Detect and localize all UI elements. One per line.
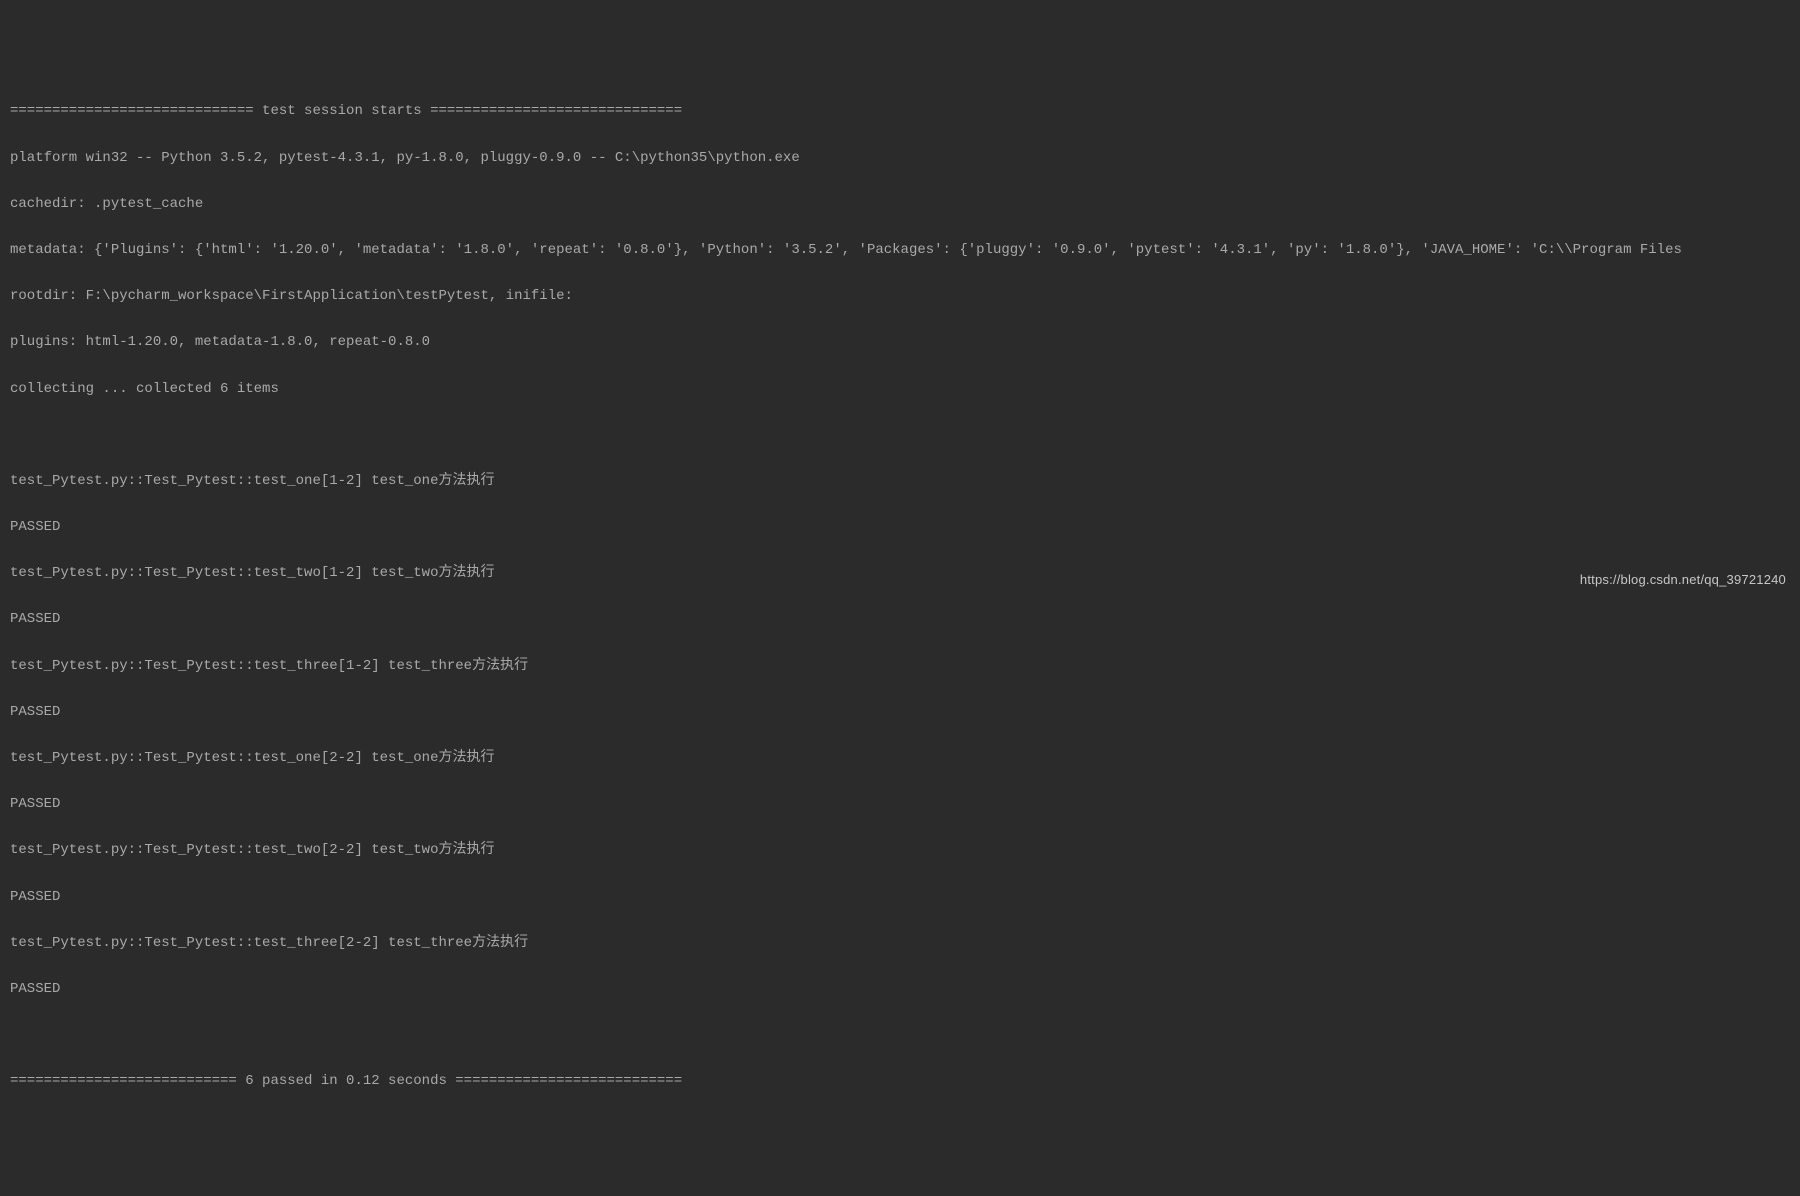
test-line: test_Pytest.py::Test_Pytest::test_three[… xyxy=(10,932,1790,955)
test-line: test_Pytest.py::Test_Pytest::test_two[2-… xyxy=(10,839,1790,862)
test-result: PASSED xyxy=(10,793,1790,816)
platform-line: platform win32 -- Python 3.5.2, pytest-4… xyxy=(10,147,1790,170)
test-line: test_Pytest.py::Test_Pytest::test_three[… xyxy=(10,655,1790,678)
test-line: test_Pytest.py::Test_Pytest::test_one[1-… xyxy=(10,470,1790,493)
test-result: PASSED xyxy=(10,701,1790,724)
test-line: test_Pytest.py::Test_Pytest::test_two[1-… xyxy=(10,562,1790,585)
blank-line xyxy=(10,1024,1790,1047)
test-result: PASSED xyxy=(10,516,1790,539)
test-line: test_Pytest.py::Test_Pytest::test_one[2-… xyxy=(10,747,1790,770)
watermark-text: https://blog.csdn.net/qq_39721240 xyxy=(1580,569,1786,590)
test-result: PASSED xyxy=(10,608,1790,631)
summary-line: =========================== 6 passed in … xyxy=(10,1070,1790,1093)
session-start-line: ============================= test sessi… xyxy=(10,100,1790,123)
metadata-line: metadata: {'Plugins': {'html': '1.20.0',… xyxy=(10,239,1790,262)
cachedir-line: cachedir: .pytest_cache xyxy=(10,193,1790,216)
plugins-line: plugins: html-1.20.0, metadata-1.8.0, re… xyxy=(10,331,1790,354)
test-result: PASSED xyxy=(10,978,1790,1001)
blank-line xyxy=(10,424,1790,447)
collecting-line: collecting ... collected 6 items xyxy=(10,378,1790,401)
rootdir-line: rootdir: F:\pycharm_workspace\FirstAppli… xyxy=(10,285,1790,308)
test-result: PASSED xyxy=(10,886,1790,909)
